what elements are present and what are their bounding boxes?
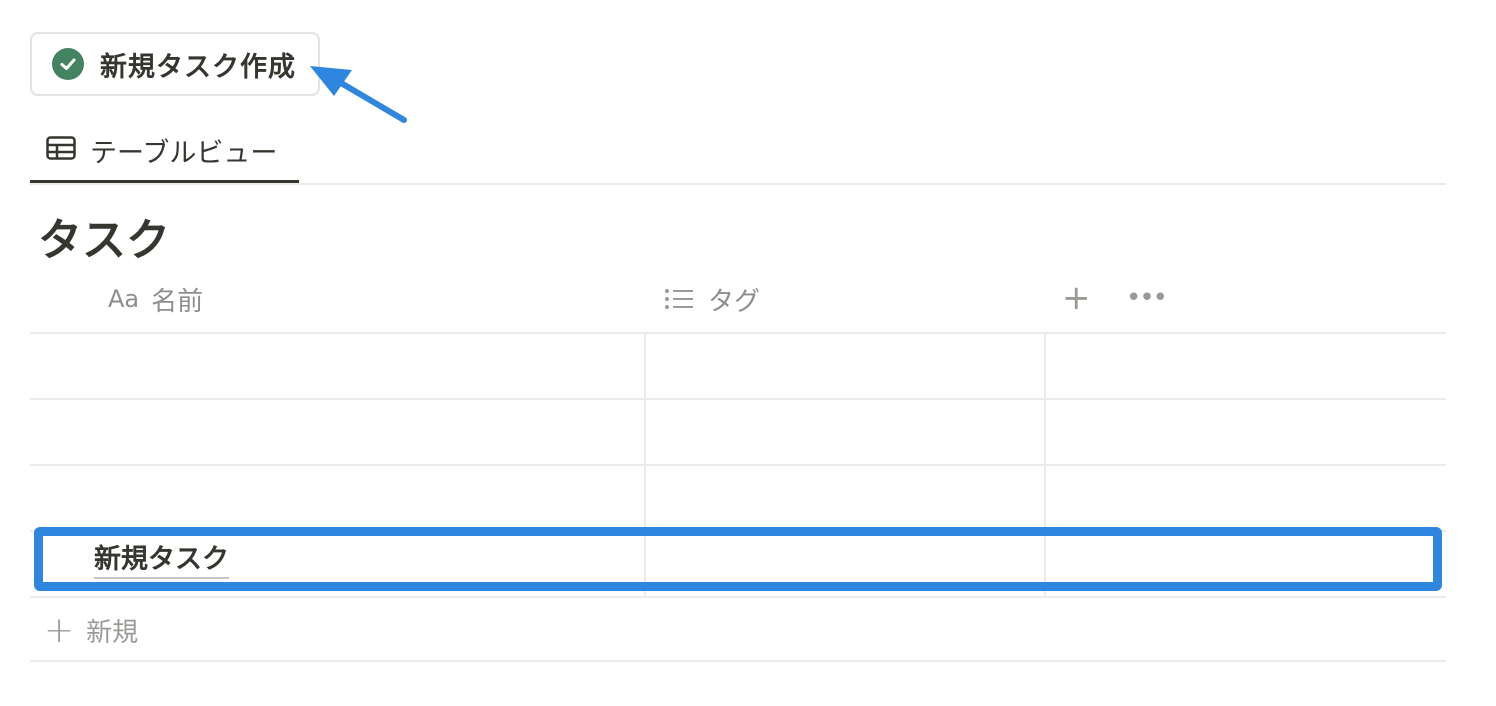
table-row[interactable] xyxy=(30,465,1446,530)
text-aa-icon: Aa xyxy=(108,285,140,313)
plus-icon: + xyxy=(44,609,75,651)
tab-label: テーブルビュー xyxy=(90,137,278,169)
tabs-divider xyxy=(30,183,1446,185)
list-icon xyxy=(664,288,694,310)
database-title: タスク xyxy=(38,215,170,266)
row-divider xyxy=(30,596,1446,598)
table-bottom-divider xyxy=(30,660,1446,662)
add-new-row-label: 新規 xyxy=(86,617,139,648)
more-options-button[interactable]: ••• xyxy=(1126,280,1168,316)
new-task-button-label: 新規タスク作成 xyxy=(100,51,296,83)
column-header-tag[interactable]: タグ xyxy=(664,276,760,322)
column-header-tag-label: タグ xyxy=(708,286,761,317)
column-header-name[interactable]: Aa 名前 xyxy=(108,276,203,322)
new-task-button[interactable]: 新規タスク作成 xyxy=(30,32,320,96)
table-row[interactable] xyxy=(30,333,1446,398)
column-header-name-label: 名前 xyxy=(151,286,204,317)
check-circle-icon xyxy=(52,48,84,80)
row-name-cell[interactable]: 新規タスク xyxy=(94,543,229,579)
tab-table-view[interactable]: テーブルビュー xyxy=(30,120,299,180)
table-row[interactable]: 新規タスク xyxy=(30,531,1446,596)
add-property-button[interactable]: + xyxy=(1062,280,1091,316)
table-icon xyxy=(46,136,76,164)
add-new-row-button[interactable]: + 新規 xyxy=(44,608,138,652)
table-row[interactable] xyxy=(30,399,1446,464)
